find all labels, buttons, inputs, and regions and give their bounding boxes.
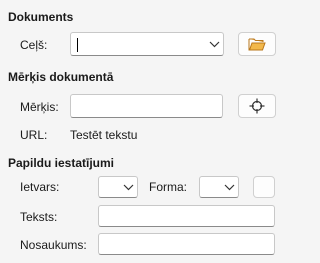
text-label: Teksts: bbox=[20, 210, 58, 224]
path-dropdown-button[interactable] bbox=[205, 33, 223, 55]
frame-dropdown-button[interactable] bbox=[119, 177, 137, 197]
chevron-down-icon bbox=[224, 184, 234, 190]
path-combobox[interactable] bbox=[70, 32, 224, 56]
target-picker-button[interactable] bbox=[238, 94, 276, 118]
section-title-further-settings: Papildu iestatījumi bbox=[8, 156, 115, 170]
chevron-down-icon bbox=[123, 184, 133, 190]
crosshair-icon bbox=[249, 98, 265, 114]
folder-open-icon bbox=[248, 38, 266, 51]
target-input[interactable] bbox=[70, 94, 223, 118]
section-title-document: Dokuments bbox=[8, 10, 74, 24]
name-label: Nosaukums: bbox=[20, 238, 87, 252]
chevron-down-icon bbox=[209, 41, 219, 47]
events-button[interactable] bbox=[253, 176, 275, 198]
form-dropdown-button[interactable] bbox=[220, 177, 238, 197]
path-label: Ceļš: bbox=[20, 38, 48, 52]
url-label: URL: bbox=[20, 128, 48, 142]
open-file-button[interactable] bbox=[238, 32, 276, 56]
text-input[interactable] bbox=[98, 205, 275, 227]
text-caret bbox=[77, 38, 78, 52]
form-label: Forma: bbox=[149, 180, 188, 194]
section-title-target: Mērķis dokumentā bbox=[8, 70, 114, 84]
form-combobox[interactable] bbox=[199, 176, 239, 198]
frame-label: Ietvars: bbox=[20, 180, 60, 194]
frame-combobox[interactable] bbox=[98, 176, 138, 198]
url-value: Testēt tekstu bbox=[70, 128, 138, 142]
target-label: Mērķis: bbox=[20, 100, 59, 114]
name-input[interactable] bbox=[98, 233, 275, 255]
